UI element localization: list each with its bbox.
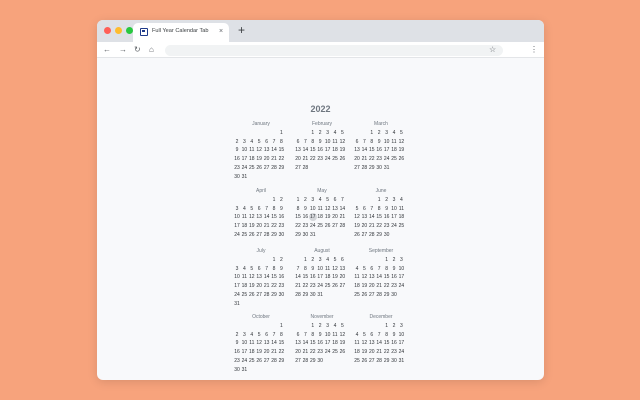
calendar-day: 31 xyxy=(317,291,323,298)
calendar-day: 5 xyxy=(341,130,344,136)
menu-dots-icon[interactable]: ⋮ xyxy=(530,44,538,55)
calendar-day: 16 xyxy=(278,214,285,221)
calendar-day: 15 xyxy=(278,340,285,347)
month-name: September xyxy=(368,248,394,254)
calendar-day: 30 xyxy=(391,291,397,298)
calendar-day: 3 xyxy=(400,323,403,329)
tab-title: Full Year Calendar Tab xyxy=(152,28,209,34)
calendar-day: 22 xyxy=(278,349,285,356)
calendar-day: 30 xyxy=(278,231,285,238)
calendar-day: 26 xyxy=(339,349,346,356)
calendar-day: 24 xyxy=(398,349,405,356)
calendar-day: 7 xyxy=(341,197,344,203)
calendar-day: 14 xyxy=(339,205,346,212)
month-name: December xyxy=(369,314,393,320)
calendar-day: 26 xyxy=(339,156,346,163)
close-window-button[interactable] xyxy=(104,27,111,34)
tab-bar: Full Year Calendar Tab × + xyxy=(97,20,544,42)
calendar-year: 2022 xyxy=(310,104,331,114)
calendar-day: 19 xyxy=(339,340,346,347)
month-name: August xyxy=(314,248,330,254)
tab-full-year-calendar[interactable]: Full Year Calendar Tab × xyxy=(133,23,229,42)
calendar-day: 4 xyxy=(400,197,403,203)
calendar-day: 31 xyxy=(241,366,248,373)
calendar-day: 5 xyxy=(400,130,403,136)
month-name: April xyxy=(255,188,266,194)
calendar-day: 9 xyxy=(280,205,283,212)
calendar-day: 13 xyxy=(339,265,346,272)
month-name: February xyxy=(311,121,332,127)
calendar-day: 19 xyxy=(339,147,346,154)
calendar-day: 31 xyxy=(234,300,240,307)
calendar-day: 26 xyxy=(398,156,405,163)
calendar-day: 10 xyxy=(398,265,405,272)
calendar-day: 15 xyxy=(278,147,285,154)
calendar-day: 28 xyxy=(339,223,346,230)
month-name: March xyxy=(374,121,388,127)
calendar-day: 31 xyxy=(398,357,405,364)
calendar-day: 19 xyxy=(398,147,405,154)
calendar-day: 2 xyxy=(280,257,283,263)
calendar-day: 2 xyxy=(280,197,283,203)
calendar-day: 5 xyxy=(341,323,344,329)
forward-arrow-icon[interactable]: → xyxy=(119,44,127,55)
calendar-day: 29 xyxy=(278,357,285,364)
month-name: October xyxy=(252,314,270,320)
calendar-day: 23 xyxy=(278,223,285,230)
back-arrow-icon[interactable]: ← xyxy=(103,44,111,55)
calendar-day: 23 xyxy=(278,283,285,290)
calendar-day: 29 xyxy=(278,164,285,171)
calendar-day: 30 xyxy=(383,231,390,238)
month-name: July xyxy=(256,248,266,254)
calendar-day: 31 xyxy=(310,231,316,238)
minimize-window-button[interactable] xyxy=(115,27,122,34)
calendar-day: 16 xyxy=(278,274,285,281)
month-name: January xyxy=(252,121,270,127)
calendar-day: 1 xyxy=(280,323,283,329)
calendar-day: 11 xyxy=(398,205,404,212)
calendar-day: 22 xyxy=(278,156,285,163)
month-name: May xyxy=(317,188,327,194)
calendar-day: 12 xyxy=(339,331,346,338)
month-name: November xyxy=(310,314,334,320)
calendar-icon xyxy=(140,28,148,36)
new-tab-button[interactable]: + xyxy=(238,23,245,37)
calendar-day: 12 xyxy=(339,138,346,145)
close-icon[interactable]: × xyxy=(219,27,223,36)
calendar-day: 8 xyxy=(280,138,283,145)
calendar-day: 31 xyxy=(241,173,248,180)
calendar-day: 30 xyxy=(317,357,323,364)
calendar-day: 25 xyxy=(398,223,405,230)
calendar-day: 12 xyxy=(398,138,405,145)
calendar-day: 17 xyxy=(398,274,405,281)
calendar-day: 18 xyxy=(398,214,405,221)
calendar-day: 1 xyxy=(280,130,283,136)
browser-window: Full Year Calendar Tab × + ← → ↻ ⌂ ☆ ⋮ 2… xyxy=(97,20,544,380)
calendar-day: 20 xyxy=(339,274,346,281)
calendar-day: 3 xyxy=(400,257,403,263)
calendar-day: 8 xyxy=(280,331,283,338)
calendar-day: 27 xyxy=(339,283,346,290)
address-bar[interactable] xyxy=(165,45,503,56)
calendar-day: 30 xyxy=(278,291,285,298)
calendar-day: 6 xyxy=(341,257,344,263)
calendar-day: 10 xyxy=(398,331,405,338)
calendar-day: 31 xyxy=(383,164,390,171)
reload-icon[interactable]: ↻ xyxy=(134,44,141,55)
calendar-day: 9 xyxy=(280,265,283,272)
calendar-day: 21 xyxy=(339,214,346,221)
calendar-page: 2022 January 1 2 3 4 5 6 7 8 9 10 11 12 13 14 15 16 17 18 1… xyxy=(97,58,544,380)
bookmark-star-icon[interactable]: ☆ xyxy=(489,44,496,55)
calendar-day: 24 xyxy=(398,283,405,290)
calendar-day: 17 xyxy=(398,340,405,347)
maximize-window-button[interactable] xyxy=(126,27,133,34)
month-name: June xyxy=(375,188,387,194)
calendar-day: 28 xyxy=(302,164,309,171)
home-icon[interactable]: ⌂ xyxy=(149,44,154,55)
browser-toolbar: ← → ↻ ⌂ ☆ ⋮ xyxy=(97,42,544,58)
